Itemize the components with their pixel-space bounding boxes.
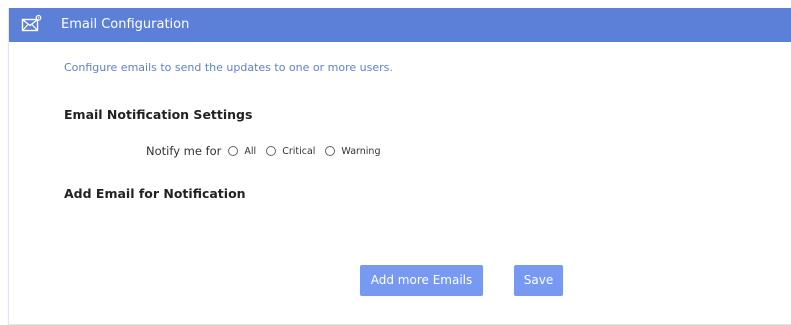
panel-header: Email Configuration: [9, 8, 791, 42]
envelope-gear-icon: [21, 14, 43, 34]
email-configuration-panel: Email Configuration Configure emails to …: [8, 8, 791, 325]
radio-button[interactable]: [228, 146, 239, 156]
radio-option-critical[interactable]: Critical: [266, 146, 315, 157]
radio-option-warning[interactable]: Warning: [325, 146, 380, 157]
radio-label: Critical: [282, 145, 316, 157]
add-more-emails-button[interactable]: Add more Emails: [360, 265, 483, 296]
panel-title: Email Configuration: [61, 17, 190, 32]
radio-button[interactable]: [266, 146, 277, 156]
radio-label: All: [244, 145, 257, 157]
radio-button[interactable]: [325, 146, 336, 156]
radio-label: Warning: [341, 145, 381, 157]
notification-settings-heading: Email Notification Settings: [64, 107, 253, 122]
save-button[interactable]: Save: [514, 265, 563, 296]
panel-description: Configure emails to send the updates to …: [64, 61, 393, 74]
add-email-heading: Add Email for Notification: [64, 186, 246, 201]
notify-options-row: Notify me for All Critical Warning: [146, 143, 390, 159]
radio-option-all[interactable]: All: [228, 146, 256, 157]
notify-label: Notify me for: [146, 144, 222, 158]
